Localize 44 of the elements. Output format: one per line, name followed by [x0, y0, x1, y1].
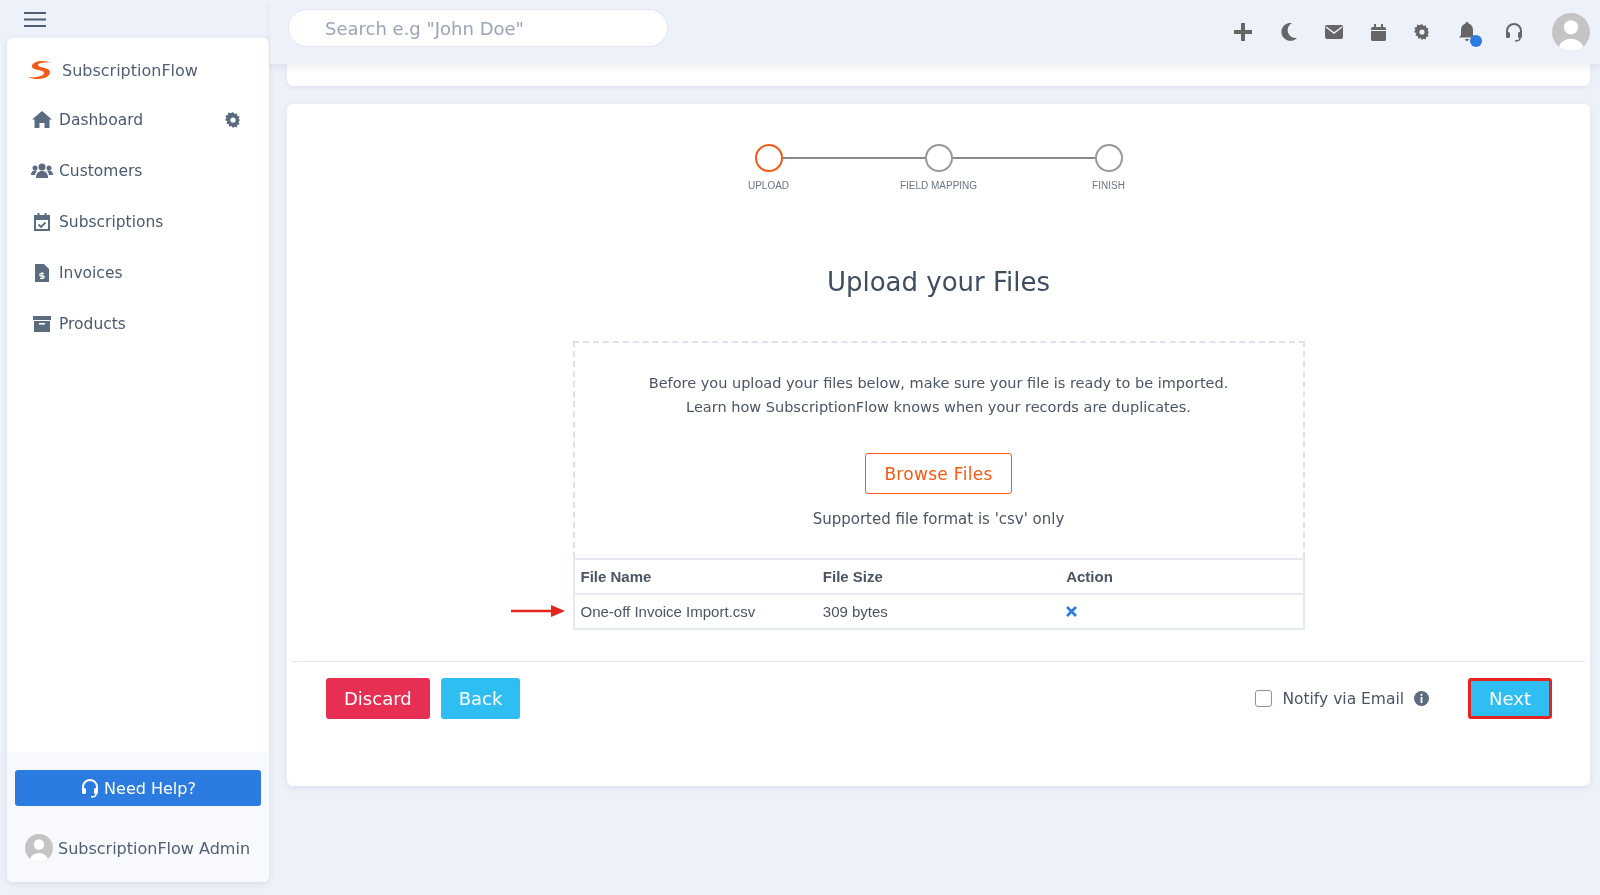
step-label: FINISH — [1092, 180, 1125, 191]
brand-name: SubscriptionFlow — [62, 60, 198, 80]
drop-zone[interactable]: Before you upload your files below, make sure your file is ready to be imported. Learn how SubscriptionFlow knows when your records are duplicates. Browse Files Supported file format is 'csv' only — [572, 341, 1305, 558]
nav-item[interactable]: Dashboard — [7, 94, 269, 145]
settings-icon[interactable] — [225, 111, 241, 128]
discard-button[interactable]: Discard — [326, 678, 430, 719]
column-header: Action — [1060, 559, 1304, 594]
menu-icon[interactable] — [24, 11, 46, 27]
column-header: File Size — [816, 559, 1061, 594]
notify-label[interactable]: Notify via Email — [1282, 689, 1405, 708]
info-icon[interactable] — [1414, 691, 1430, 706]
instruction-text: Learn how SubscriptionFlow knows when your records are duplicates. — [685, 398, 1192, 417]
table-cell: 309 bytes — [816, 594, 1061, 629]
column-header: File Name — [573, 559, 817, 594]
page-heading: Upload your Files — [826, 267, 1051, 297]
home-icon — [32, 111, 52, 128]
user-name[interactable]: SubscriptionFlow Admin — [58, 838, 250, 858]
nav-item[interactable]: Subscriptions — [7, 196, 269, 247]
calendar-check-icon — [34, 212, 50, 231]
archive-box-icon — [33, 315, 51, 332]
moon-icon[interactable] — [1281, 23, 1297, 41]
users-icon — [31, 163, 53, 178]
headset-icon — [80, 778, 101, 798]
headset-icon[interactable] — [1504, 22, 1524, 42]
mail-icon[interactable] — [1325, 25, 1343, 39]
nav-item[interactable]: Products — [7, 298, 269, 349]
table-cell: One-off Invoice Import.csv — [573, 594, 817, 629]
bell-icon[interactable] — [1458, 22, 1476, 42]
close-icon — [1066, 605, 1078, 617]
notify-checkbox[interactable] — [1255, 690, 1273, 707]
nav-item[interactable]: Invoices — [7, 247, 269, 298]
format-note: Supported file format is 'csv' only — [812, 510, 1065, 528]
plus-icon[interactable] — [1233, 22, 1253, 42]
search-field[interactable]: Search e.g "John Doe" — [288, 9, 668, 47]
instruction-text: Before you upload your files below, make sure your file is ready to be imported. — [648, 374, 1229, 393]
avatar-icon — [25, 834, 53, 862]
logo-icon — [27, 60, 53, 80]
help-button[interactable]: Need Help? — [15, 770, 261, 806]
nav-item[interactable]: Customers — [7, 145, 269, 196]
step-label: UPLOAD — [747, 180, 790, 191]
calendar-icon[interactable] — [1371, 23, 1386, 41]
invoice-icon — [35, 263, 49, 282]
step-label: FIELD MAPPING — [899, 180, 978, 191]
settings-icon[interactable] — [1414, 24, 1430, 40]
